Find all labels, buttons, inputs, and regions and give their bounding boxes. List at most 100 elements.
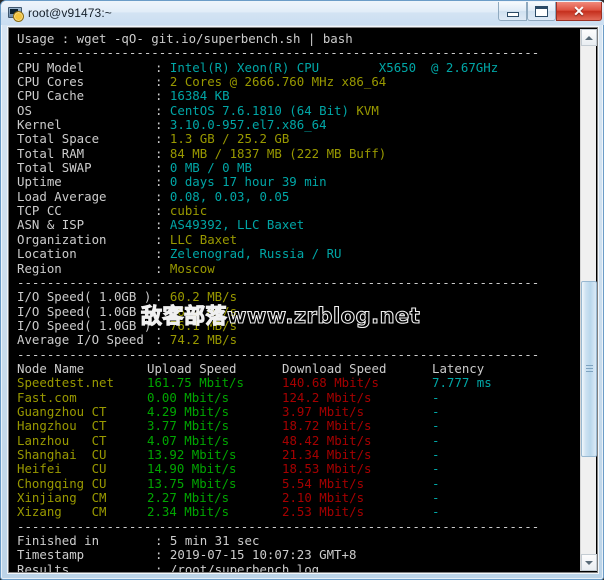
sysinfo-row: ASN & ISP: AS49392, LLC Baxet	[17, 217, 581, 233]
window-title: root@v91473:~	[28, 6, 112, 20]
cell-download-speed: 18.72 Mbit/s	[282, 418, 372, 434]
sysinfo-label: CPU Cache	[17, 88, 85, 104]
cell-latency: -	[432, 432, 440, 448]
scroll-down-button[interactable]	[581, 554, 597, 571]
colon-separator: :	[155, 289, 170, 305]
header-node-name: Node Name	[17, 360, 85, 376]
maximize-button[interactable]	[527, 2, 556, 21]
sysinfo-label: Organization	[17, 231, 107, 247]
sysinfo-row: Load Average: 0.08, 0.03, 0.05	[17, 188, 581, 204]
colon-separator: :	[155, 174, 170, 190]
cell-upload-speed: 4.29 Mbit/s	[147, 403, 230, 419]
speedtest-row: Shanghai CU 13.92 Mbit/s 21.34 Mbit/s -	[17, 446, 581, 462]
io-label: I/O Speed( 1.0GB )	[17, 303, 152, 319]
cell-upload-speed: 14.90 Mbit/s	[147, 461, 237, 477]
footer-row: Results: /root/superbench.log	[17, 562, 581, 572]
scrollbar-thumb[interactable]	[581, 281, 597, 457]
sysinfo-label: Total RAM	[17, 145, 85, 161]
divider-text: ----------------------------------------…	[17, 274, 540, 290]
close-button[interactable]: ✕	[556, 2, 602, 21]
io-row: I/O Speed( 1.0GB ): 76.1 MB/s	[17, 317, 581, 333]
cell-download-speed: 21.34 Mbit/s	[282, 446, 372, 462]
speedtest-row: Heifei CU 14.90 Mbit/s 18.53 Mbit/s -	[17, 461, 581, 477]
cell-upload-speed: 3.77 Mbit/s	[147, 418, 230, 434]
colon-separator: :	[155, 260, 170, 276]
speedtest-row: Hangzhou CT 3.77 Mbit/s 18.72 Mbit/s -	[17, 418, 581, 434]
sysinfo-value: Zelenograd, Russia / RU	[169, 246, 342, 262]
sysinfo-label: Region	[17, 260, 62, 276]
terminal-output[interactable]: Usage : wget -qO- git.io/superbench.sh |…	[9, 28, 581, 572]
colon-separator: :	[155, 59, 170, 75]
cell-upload-speed: 13.92 Mbit/s	[147, 446, 237, 462]
sysinfo-value: Moscow	[169, 260, 215, 276]
window-controls: ✕	[498, 2, 602, 21]
cell-download-speed: 124.2 Mbit/s	[282, 389, 372, 405]
usage-text: Usage : wget -qO- git.io/superbench.sh |…	[17, 31, 353, 46]
header-download-speed: Download Speed	[282, 360, 387, 376]
io-value: 74.2 MB/s	[169, 332, 238, 348]
sysinfo-value: Intel(R) Xeon(R) CPU X5650 @ 2.67GHz	[169, 59, 499, 75]
sysinfo-value: 0 days 17 hour 39 min	[169, 174, 327, 190]
sysinfo-row: CPU Model: Intel(R) Xeon(R) CPU X5650 @ …	[17, 59, 581, 75]
colon-separator: :	[155, 332, 170, 348]
sysinfo-label: ASN & ISP	[17, 217, 85, 233]
footer-value: 2019-07-15 10:07:23 GMT+8	[169, 547, 357, 563]
cell-latency: -	[432, 504, 440, 520]
cell-download-speed: 48.42 Mbit/s	[282, 432, 372, 448]
colon-separator: :	[155, 88, 170, 104]
cell-latency: -	[432, 490, 440, 505]
sysinfo-label: Kernel	[17, 117, 62, 133]
window-titlebar[interactable]: root@v91473:~ ✕	[1, 1, 604, 25]
sysinfo-row: Organization: LLC Baxet	[17, 231, 581, 247]
speedtest-row: Xizang CM 2.34 Mbit/s 2.53 Mbit/s -	[17, 504, 581, 520]
sysinfo-value: 0.08, 0.03, 0.05	[169, 188, 290, 204]
scroll-up-button[interactable]	[581, 29, 597, 46]
colon-separator: :	[155, 188, 170, 204]
minimize-button[interactable]	[498, 2, 527, 21]
header-upload-speed: Upload Speed	[147, 360, 237, 376]
colon-separator: :	[155, 217, 170, 233]
io-value: 76.1 MB/s	[169, 317, 238, 333]
io-value: 60.2 MB/s	[169, 289, 238, 305]
colon-separator: :	[155, 317, 170, 333]
sysinfo-row: CPU Cores: 2 Cores @ 2666.760 MHz x86_64	[17, 74, 581, 90]
divider-mid: ----------------------------------------…	[17, 274, 581, 290]
footer-row: Finished in: 5 min 31 sec	[17, 533, 581, 549]
terminal-scrollbar[interactable]	[580, 29, 597, 571]
io-label: I/O Speed( 1.0GB )	[17, 317, 152, 333]
cell-latency: 7.777 ms	[432, 375, 492, 391]
cell-download-speed: 5.54 Mbit/s	[282, 475, 365, 491]
sysinfo-row: Total Space: 1.3 GB / 25.2 GB	[17, 131, 581, 147]
terminal-frame: Usage : wget -qO- git.io/superbench.sh |…	[8, 27, 598, 573]
colon-separator: :	[155, 246, 170, 262]
cell-upload-speed: 2.34 Mbit/s	[147, 504, 230, 520]
usage-line: Usage : wget -qO- git.io/superbench.sh |…	[17, 31, 581, 46]
sysinfo-label: Uptime	[17, 174, 62, 190]
terminal-icon	[7, 5, 24, 22]
divider-top: ----------------------------------------…	[17, 46, 581, 60]
colon-separator: :	[155, 547, 170, 563]
close-icon: ✕	[573, 3, 585, 19]
colon-separator: :	[155, 117, 170, 133]
speedtest-header-row: Node Name Upload Speed Download Speed Laten…	[17, 360, 581, 376]
divider-text: ----------------------------------------…	[17, 346, 540, 362]
sysinfo-value: 1.3 GB / 25.2 GB	[169, 131, 290, 147]
footer-label: Finished in	[17, 533, 100, 549]
sysinfo-row: Kernel: 3.10.0-957.el7.x86_64	[17, 117, 581, 133]
colon-separator: :	[155, 74, 170, 90]
speedtest-row: Fast.com 0.00 Mbit/s 124.2 Mbit/s -	[17, 389, 581, 405]
sysinfo-value: 16384 KB	[169, 88, 230, 104]
colon-separator: :	[155, 160, 170, 176]
sysinfo-label: Load Average	[17, 188, 107, 204]
io-label: I/O Speed( 1.0GB )	[17, 289, 152, 305]
cell-upload-speed: 0.00 Mbit/s	[147, 389, 230, 405]
cell-download-speed: 2.10 Mbit/s	[282, 490, 365, 505]
colon-separator: :	[155, 145, 170, 161]
sysinfo-value: 3.10.0-957.el7.x86_64	[169, 117, 327, 133]
io-value: 86.2 MB/s	[169, 303, 238, 319]
io-row: I/O Speed( 1.0GB ): 86.2 MB/s	[17, 303, 581, 319]
divider-text: ----------------------------------------…	[17, 45, 540, 61]
sysinfo-value: 0 MB / 0 MB	[169, 160, 252, 176]
chevron-down-icon	[585, 560, 593, 565]
sysinfo-value: 84 MB / 1837 MB (222 MB Buff)	[169, 145, 387, 161]
